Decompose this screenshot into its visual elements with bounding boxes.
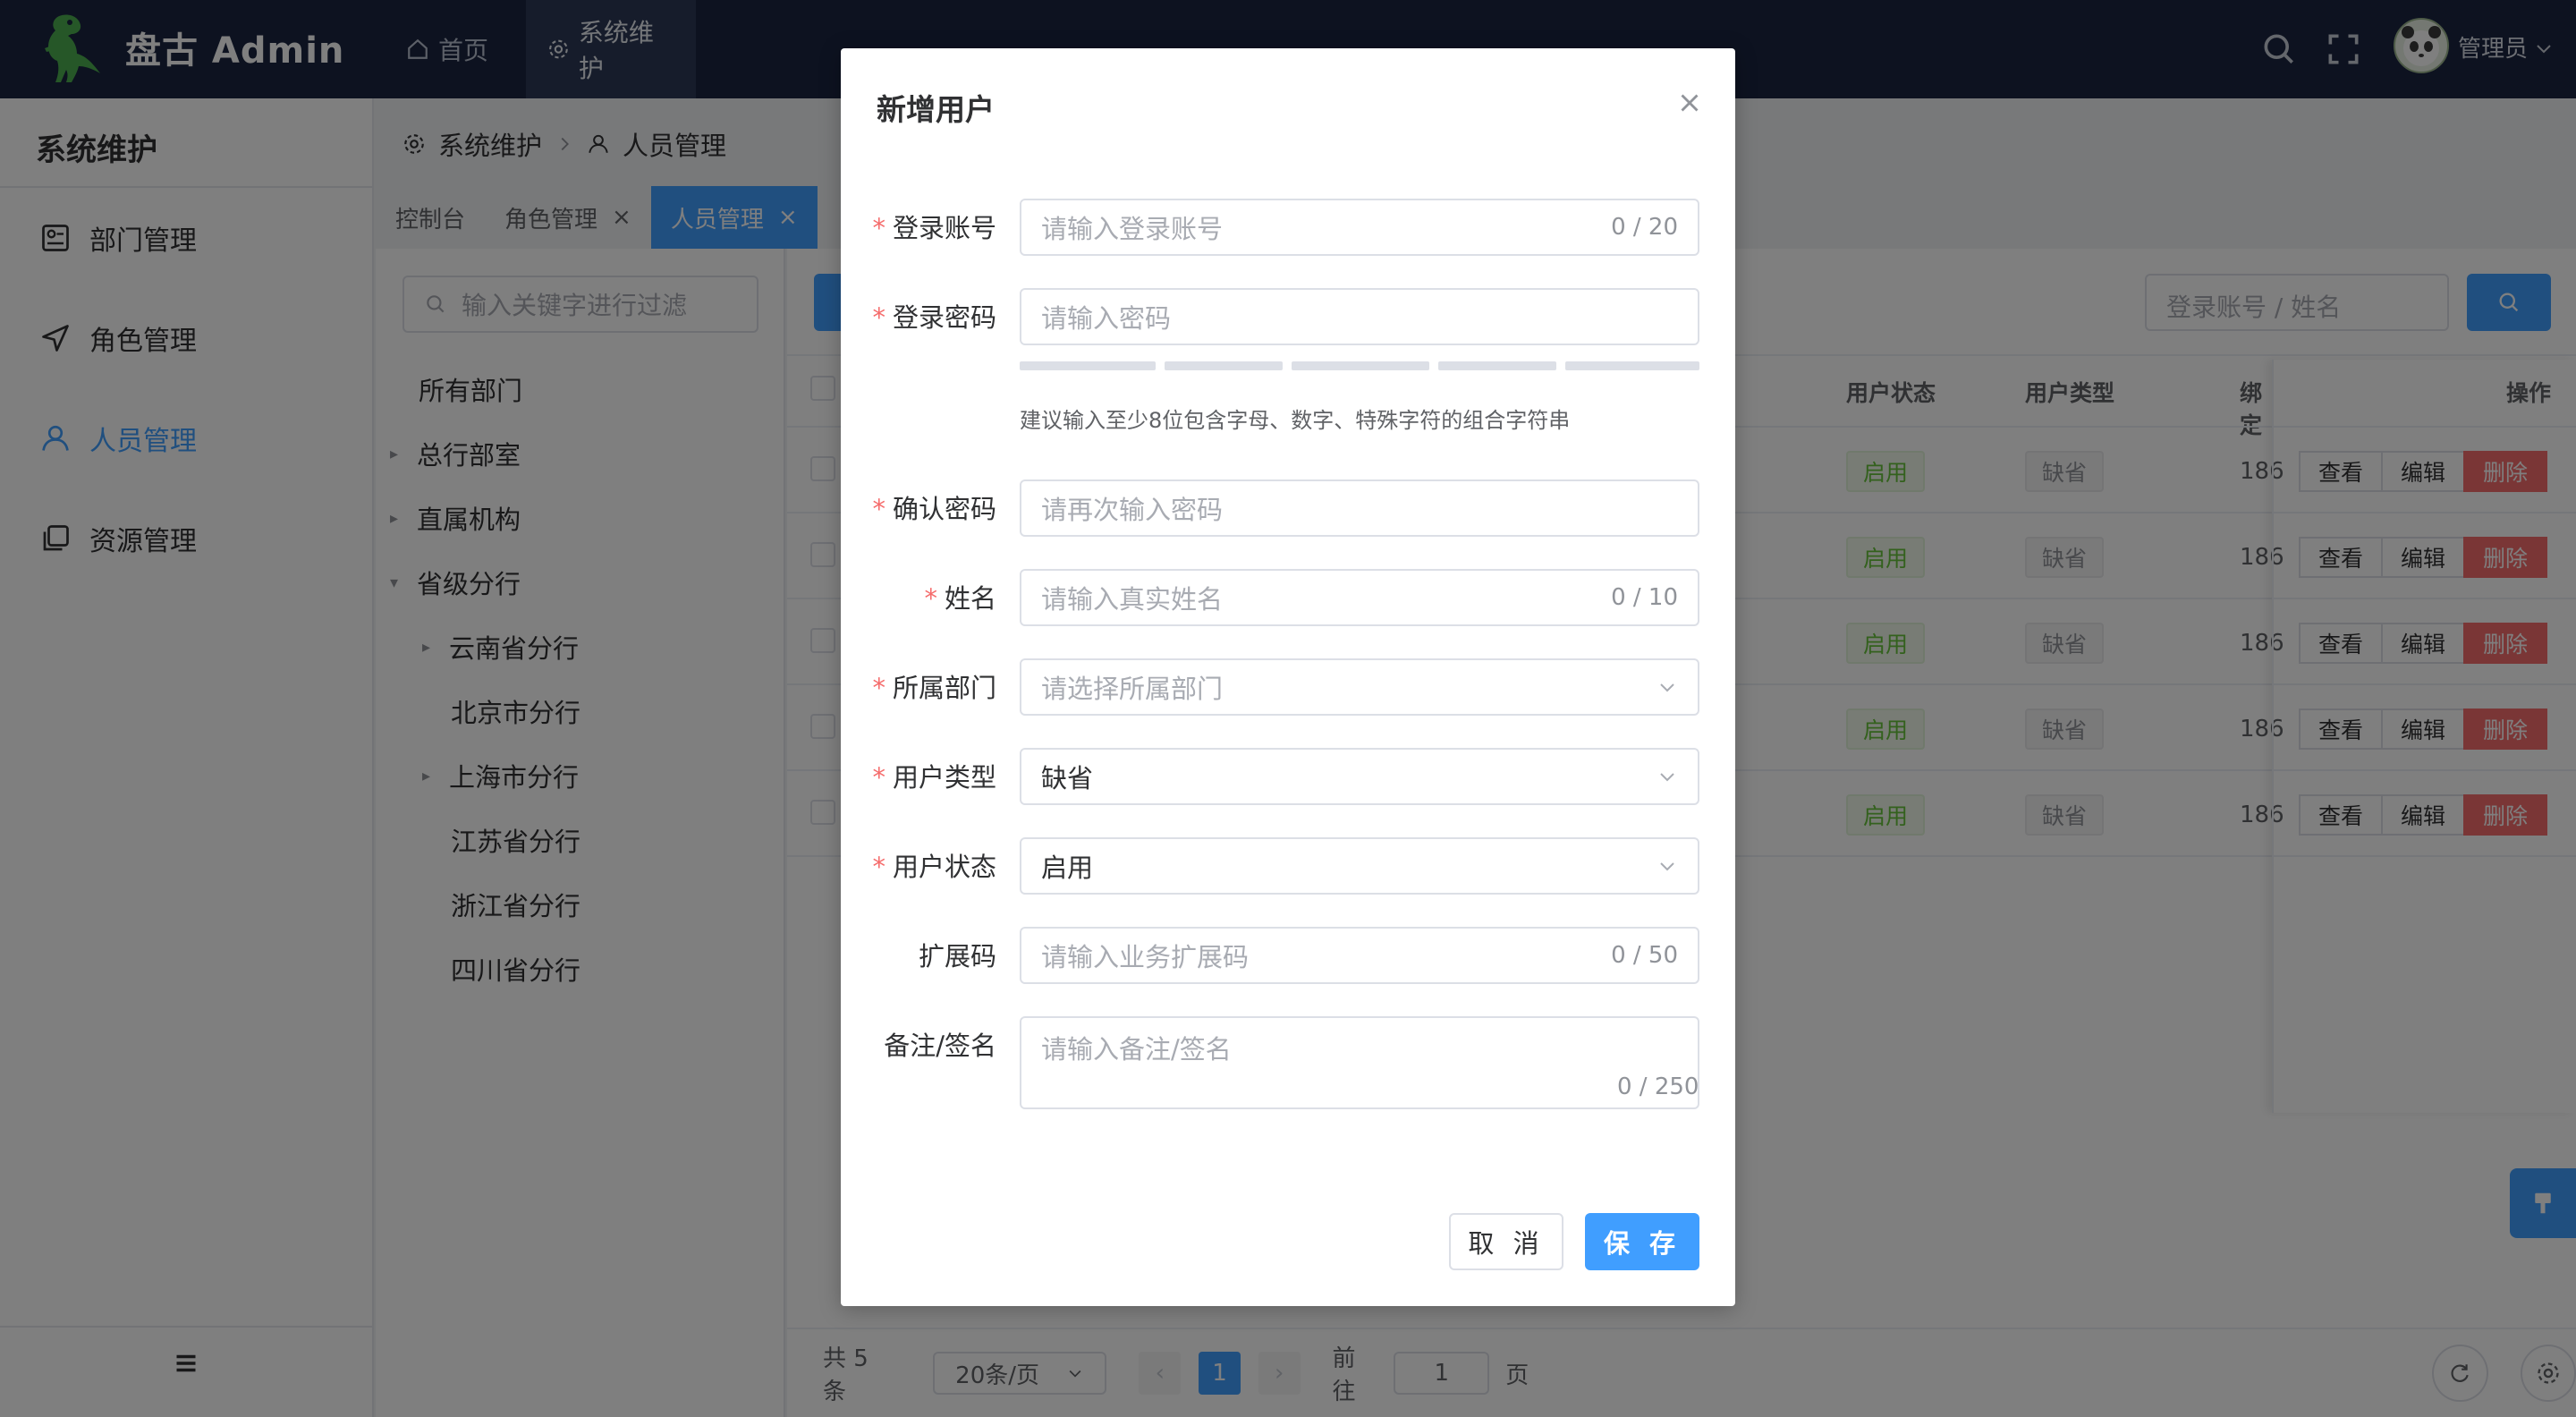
- password-input[interactable]: 请输入密码: [1020, 288, 1699, 345]
- department-label: * 所属部门: [872, 673, 996, 703]
- add-user-dialog: 新增用户 * 登录账号 请输入登录账号 0 / 20 * 登录密码 请输入密码 建议…: [841, 48, 1735, 1306]
- confirm-password-label: * 确认密码: [872, 494, 996, 524]
- placeholder: 请再次输入密码: [1041, 495, 1224, 525]
- user-status-select[interactable]: 启用: [1020, 837, 1699, 895]
- password-strength-bar: [1438, 361, 1556, 370]
- remark-label: 备注/签名: [884, 1025, 996, 1063]
- char-count: 0 / 50: [1611, 942, 1678, 969]
- placeholder: 请输入备注/签名: [1041, 1034, 1232, 1065]
- name-label: * 姓名: [924, 583, 996, 614]
- remark-textarea[interactable]: 请输入备注/签名: [1020, 1016, 1699, 1109]
- label-text: 确认密码: [892, 494, 996, 524]
- password-strength-bar: [1165, 361, 1283, 370]
- password-label: * 登录密码: [872, 302, 996, 333]
- password-hint: 建议输入至少8位包含字母、数字、特殊字符的组合字符串: [1020, 408, 1571, 433]
- placeholder: 请输入密码: [1041, 303, 1172, 334]
- ext-code-label: 扩展码: [919, 936, 996, 973]
- account-label: * 登录账号: [872, 213, 996, 243]
- account-input[interactable]: 请输入登录账号 0 / 20: [1020, 199, 1699, 256]
- save-button[interactable]: 保 存: [1585, 1213, 1699, 1270]
- char-count: 0 / 250: [1617, 1073, 1699, 1100]
- label-text: 所属部门: [892, 673, 996, 703]
- user-status-label: * 用户状态: [872, 852, 996, 882]
- confirm-password-input[interactable]: 请再次输入密码: [1020, 479, 1699, 537]
- label-text: 扩展码: [918, 941, 996, 972]
- label-text: 登录账号: [892, 213, 996, 243]
- selected-value: 缺省: [1041, 763, 1094, 793]
- user-type-select[interactable]: 缺省: [1020, 748, 1699, 805]
- chevron-down-icon: [1660, 862, 1674, 871]
- department-select[interactable]: 请选择所属部门: [1020, 658, 1699, 716]
- placeholder: 请输入业务扩展码: [1041, 942, 1250, 972]
- password-strength-bar: [1565, 361, 1699, 370]
- dialog-title: 新增用户: [877, 92, 995, 127]
- char-count: 0 / 10: [1611, 584, 1678, 611]
- chevron-down-icon: [1660, 773, 1674, 782]
- user-type-label: * 用户类型: [872, 762, 996, 793]
- label-text: 姓名: [944, 583, 996, 614]
- cancel-button[interactable]: 取 消: [1449, 1213, 1563, 1270]
- selected-value: 启用: [1041, 853, 1094, 883]
- password-strength-bar: [1292, 361, 1429, 370]
- name-input[interactable]: 请输入真实姓名 0 / 10: [1020, 569, 1699, 626]
- chevron-down-icon: [1660, 683, 1674, 692]
- char-count: 0 / 20: [1611, 214, 1678, 241]
- label-text: 备注/签名: [884, 1031, 996, 1061]
- placeholder: 请输入真实姓名: [1041, 584, 1224, 615]
- label-text: 登录密码: [892, 302, 996, 333]
- placeholder: 请选择所属部门: [1041, 674, 1224, 704]
- label-text: 用户类型: [892, 762, 996, 793]
- password-strength-bar: [1020, 361, 1156, 370]
- label-text: 用户状态: [892, 852, 996, 882]
- ext-code-input[interactable]: 请输入业务扩展码 0 / 50: [1020, 927, 1699, 984]
- close-icon[interactable]: [1674, 88, 1705, 118]
- placeholder: 请输入登录账号: [1041, 214, 1224, 244]
